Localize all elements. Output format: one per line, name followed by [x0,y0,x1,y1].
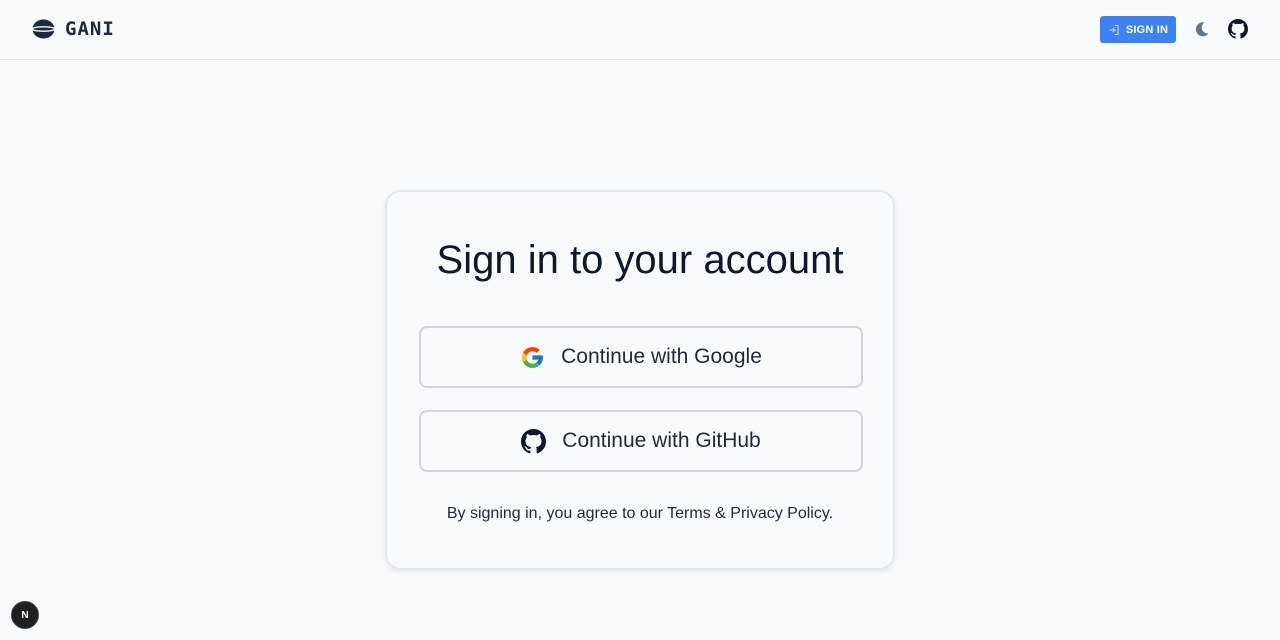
continue-with-google-button[interactable]: Continue with Google [419,326,863,388]
terms-privacy-link[interactable]: Terms & Privacy Policy [667,505,829,522]
page-title: Sign in to your account [436,238,844,282]
top-navbar: GANI SIGN IN [0,0,1280,60]
sign-in-card: Sign in to your account Continue with Go… [385,190,895,570]
brand-home-link[interactable]: GANI [32,17,115,41]
nextjs-badge-letter: N [21,609,29,621]
github-icon[interactable] [1228,19,1248,39]
github-button-label: Continue with GitHub [562,429,761,452]
terms-prefix: By signing in, you agree to our [446,505,668,522]
sign-in-button-label: SIGN IN [1125,23,1169,36]
terms-notice: By signing in, you agree to our Terms & … [387,505,893,523]
sign-in-icon [1109,24,1119,35]
continue-with-github-button[interactable]: Continue with GitHub [419,410,863,472]
github-icon [521,428,547,453]
brand-name: GANI [65,18,115,40]
moon-icon[interactable] [1193,20,1211,38]
google-button-label: Continue with Google [561,345,762,368]
terms-suffix: . [828,505,834,522]
planet-logo-icon [32,19,55,39]
google-icon [522,346,544,368]
sign-in-button[interactable]: SIGN IN [1100,16,1176,43]
nextjs-dev-badge[interactable]: N [11,601,39,629]
